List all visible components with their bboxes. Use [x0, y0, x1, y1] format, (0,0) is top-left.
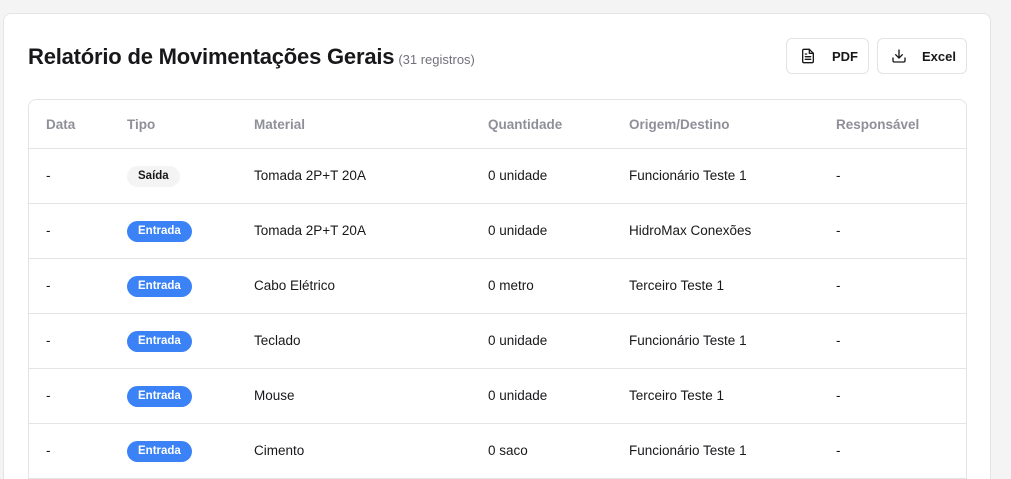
column-header-quantidade[interactable]: Quantidade	[488, 100, 562, 149]
cell-data: -	[46, 388, 51, 403]
cell-material: Tomada 2P+T 20A	[254, 168, 366, 183]
type-badge: Entrada	[127, 331, 192, 352]
table-row[interactable]: - Entrada Teclado 0 unidade Funcionário …	[29, 314, 966, 369]
cell-origem-destino: Terceiro Teste 1	[629, 278, 725, 293]
cell-data: -	[46, 333, 51, 348]
cell-responsavel: -	[836, 168, 841, 183]
table-row[interactable]: - Entrada Cimento 0 saco Funcionário Tes…	[29, 424, 966, 479]
cell-origem-destino: Funcionário Teste 1	[629, 333, 747, 348]
cell-quantidade: 0 unidade	[488, 333, 548, 348]
export-excel-button[interactable]: Excel	[877, 38, 967, 74]
column-header-material[interactable]: Material	[254, 100, 305, 149]
cell-responsavel: -	[836, 443, 841, 458]
table-row[interactable]: - Entrada Tomada 2P+T 20A 0 unidade Hidr…	[29, 204, 966, 259]
cell-quantidade: 0 saco	[488, 443, 528, 458]
table-row[interactable]: - Entrada Cabo Elétrico 0 metro Terceiro…	[29, 259, 966, 314]
cell-origem-destino: Funcionário Teste 1	[629, 168, 747, 183]
cell-responsavel: -	[836, 278, 841, 293]
cell-quantidade: 0 unidade	[488, 223, 548, 238]
table-row[interactable]: - Entrada Mouse 0 unidade Terceiro Teste…	[29, 369, 966, 424]
cell-data: -	[46, 278, 51, 293]
cell-material: Cimento	[254, 443, 305, 458]
cell-material: Mouse	[254, 388, 295, 403]
table-row[interactable]: - Saída Tomada 2P+T 20A 0 unidade Funcio…	[29, 149, 966, 204]
cell-quantidade: 0 unidade	[488, 388, 548, 403]
cell-data: -	[46, 223, 51, 238]
cell-quantidade: 0 unidade	[488, 168, 548, 183]
record-count: (31 registros)	[398, 52, 475, 67]
cell-origem-destino: Funcionário Teste 1	[629, 443, 747, 458]
type-badge: Saída	[127, 166, 180, 187]
type-badge: Entrada	[127, 221, 192, 242]
cell-origem-destino: Terceiro Teste 1	[629, 388, 725, 403]
type-badge: Entrada	[127, 386, 192, 407]
column-header-origem-destino[interactable]: Origem/Destino	[629, 100, 730, 149]
column-header-tipo[interactable]: Tipo	[127, 100, 155, 149]
cell-origem-destino: HidroMax Conexões	[629, 223, 752, 238]
movements-table: Data Tipo Material Quantidade Origem/Des…	[28, 99, 967, 479]
cell-material: Cabo Elétrico	[254, 278, 336, 293]
export-pdf-button[interactable]: PDF	[786, 38, 869, 74]
cell-material: Tomada 2P+T 20A	[254, 223, 366, 238]
column-header-data[interactable]: Data	[46, 100, 75, 149]
cell-responsavel: -	[836, 223, 841, 238]
title-text: Relatório de Movimentações Gerais	[28, 44, 395, 69]
cell-quantidade: 0 metro	[488, 278, 534, 293]
file-text-icon	[800, 48, 816, 64]
download-icon	[891, 48, 907, 64]
table-header: Data Tipo Material Quantidade Origem/Des…	[29, 100, 966, 149]
page-title: Relatório de Movimentações Gerais (31 reg…	[28, 44, 475, 70]
excel-label: Excel	[922, 48, 956, 64]
type-badge: Entrada	[127, 276, 192, 297]
cell-data: -	[46, 168, 51, 183]
type-badge: Entrada	[127, 441, 192, 462]
column-header-responsavel[interactable]: Responsável	[836, 100, 919, 149]
pdf-label: PDF	[832, 48, 858, 64]
cell-responsavel: -	[836, 333, 841, 348]
cell-material: Teclado	[254, 333, 301, 348]
cell-data: -	[46, 443, 51, 458]
cell-responsavel: -	[836, 388, 841, 403]
report-card: Relatório de Movimentações Gerais (31 reg…	[3, 13, 991, 479]
